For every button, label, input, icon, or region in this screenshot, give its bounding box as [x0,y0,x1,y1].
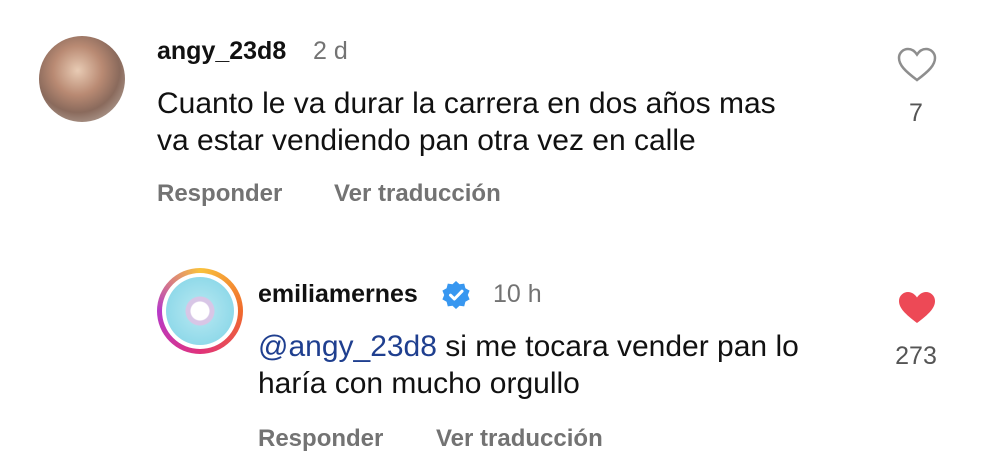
mention-link[interactable]: @angy_23d8 [258,330,437,363]
comment-timestamp: 2 d [313,37,348,65]
verified-badge-icon [442,281,470,309]
comment-text-line: haría con mucho orgullo [258,367,580,400]
comment-username[interactable]: emiliamernes [258,280,418,309]
see-translation-button[interactable]: Ver traducción [334,180,501,208]
comment-username[interactable]: angy_23d8 [157,37,286,66]
comment-text-line: @angy_23d8 si me tocara vender pan lo [258,328,799,365]
avatar[interactable] [157,268,243,354]
comment-text-segment: si me tocara vender pan lo [436,330,799,363]
like-count: 273 [895,342,937,370]
avatar-story-ring [162,273,238,349]
comment-text: Cuanto le va durar la carrera en dos año… [157,85,776,159]
avatar-image [166,277,234,345]
comment-text-line: va estar vendiendo pan otra vez en calle [157,124,696,157]
like-count: 7 [909,99,923,127]
reply-button[interactable]: Responder [157,180,282,208]
heart-filled-icon[interactable] [897,290,937,326]
comment-timestamp: 10 h [493,280,542,308]
see-translation-button[interactable]: Ver traducción [436,425,603,453]
reply-button[interactable]: Responder [258,425,383,453]
heart-outline-icon[interactable] [897,47,937,83]
avatar[interactable] [39,36,125,122]
comment-text-line: Cuanto le va durar la carrera en dos año… [157,87,776,120]
comment-text: @angy_23d8 si me tocara vender pan lo ha… [258,328,799,402]
